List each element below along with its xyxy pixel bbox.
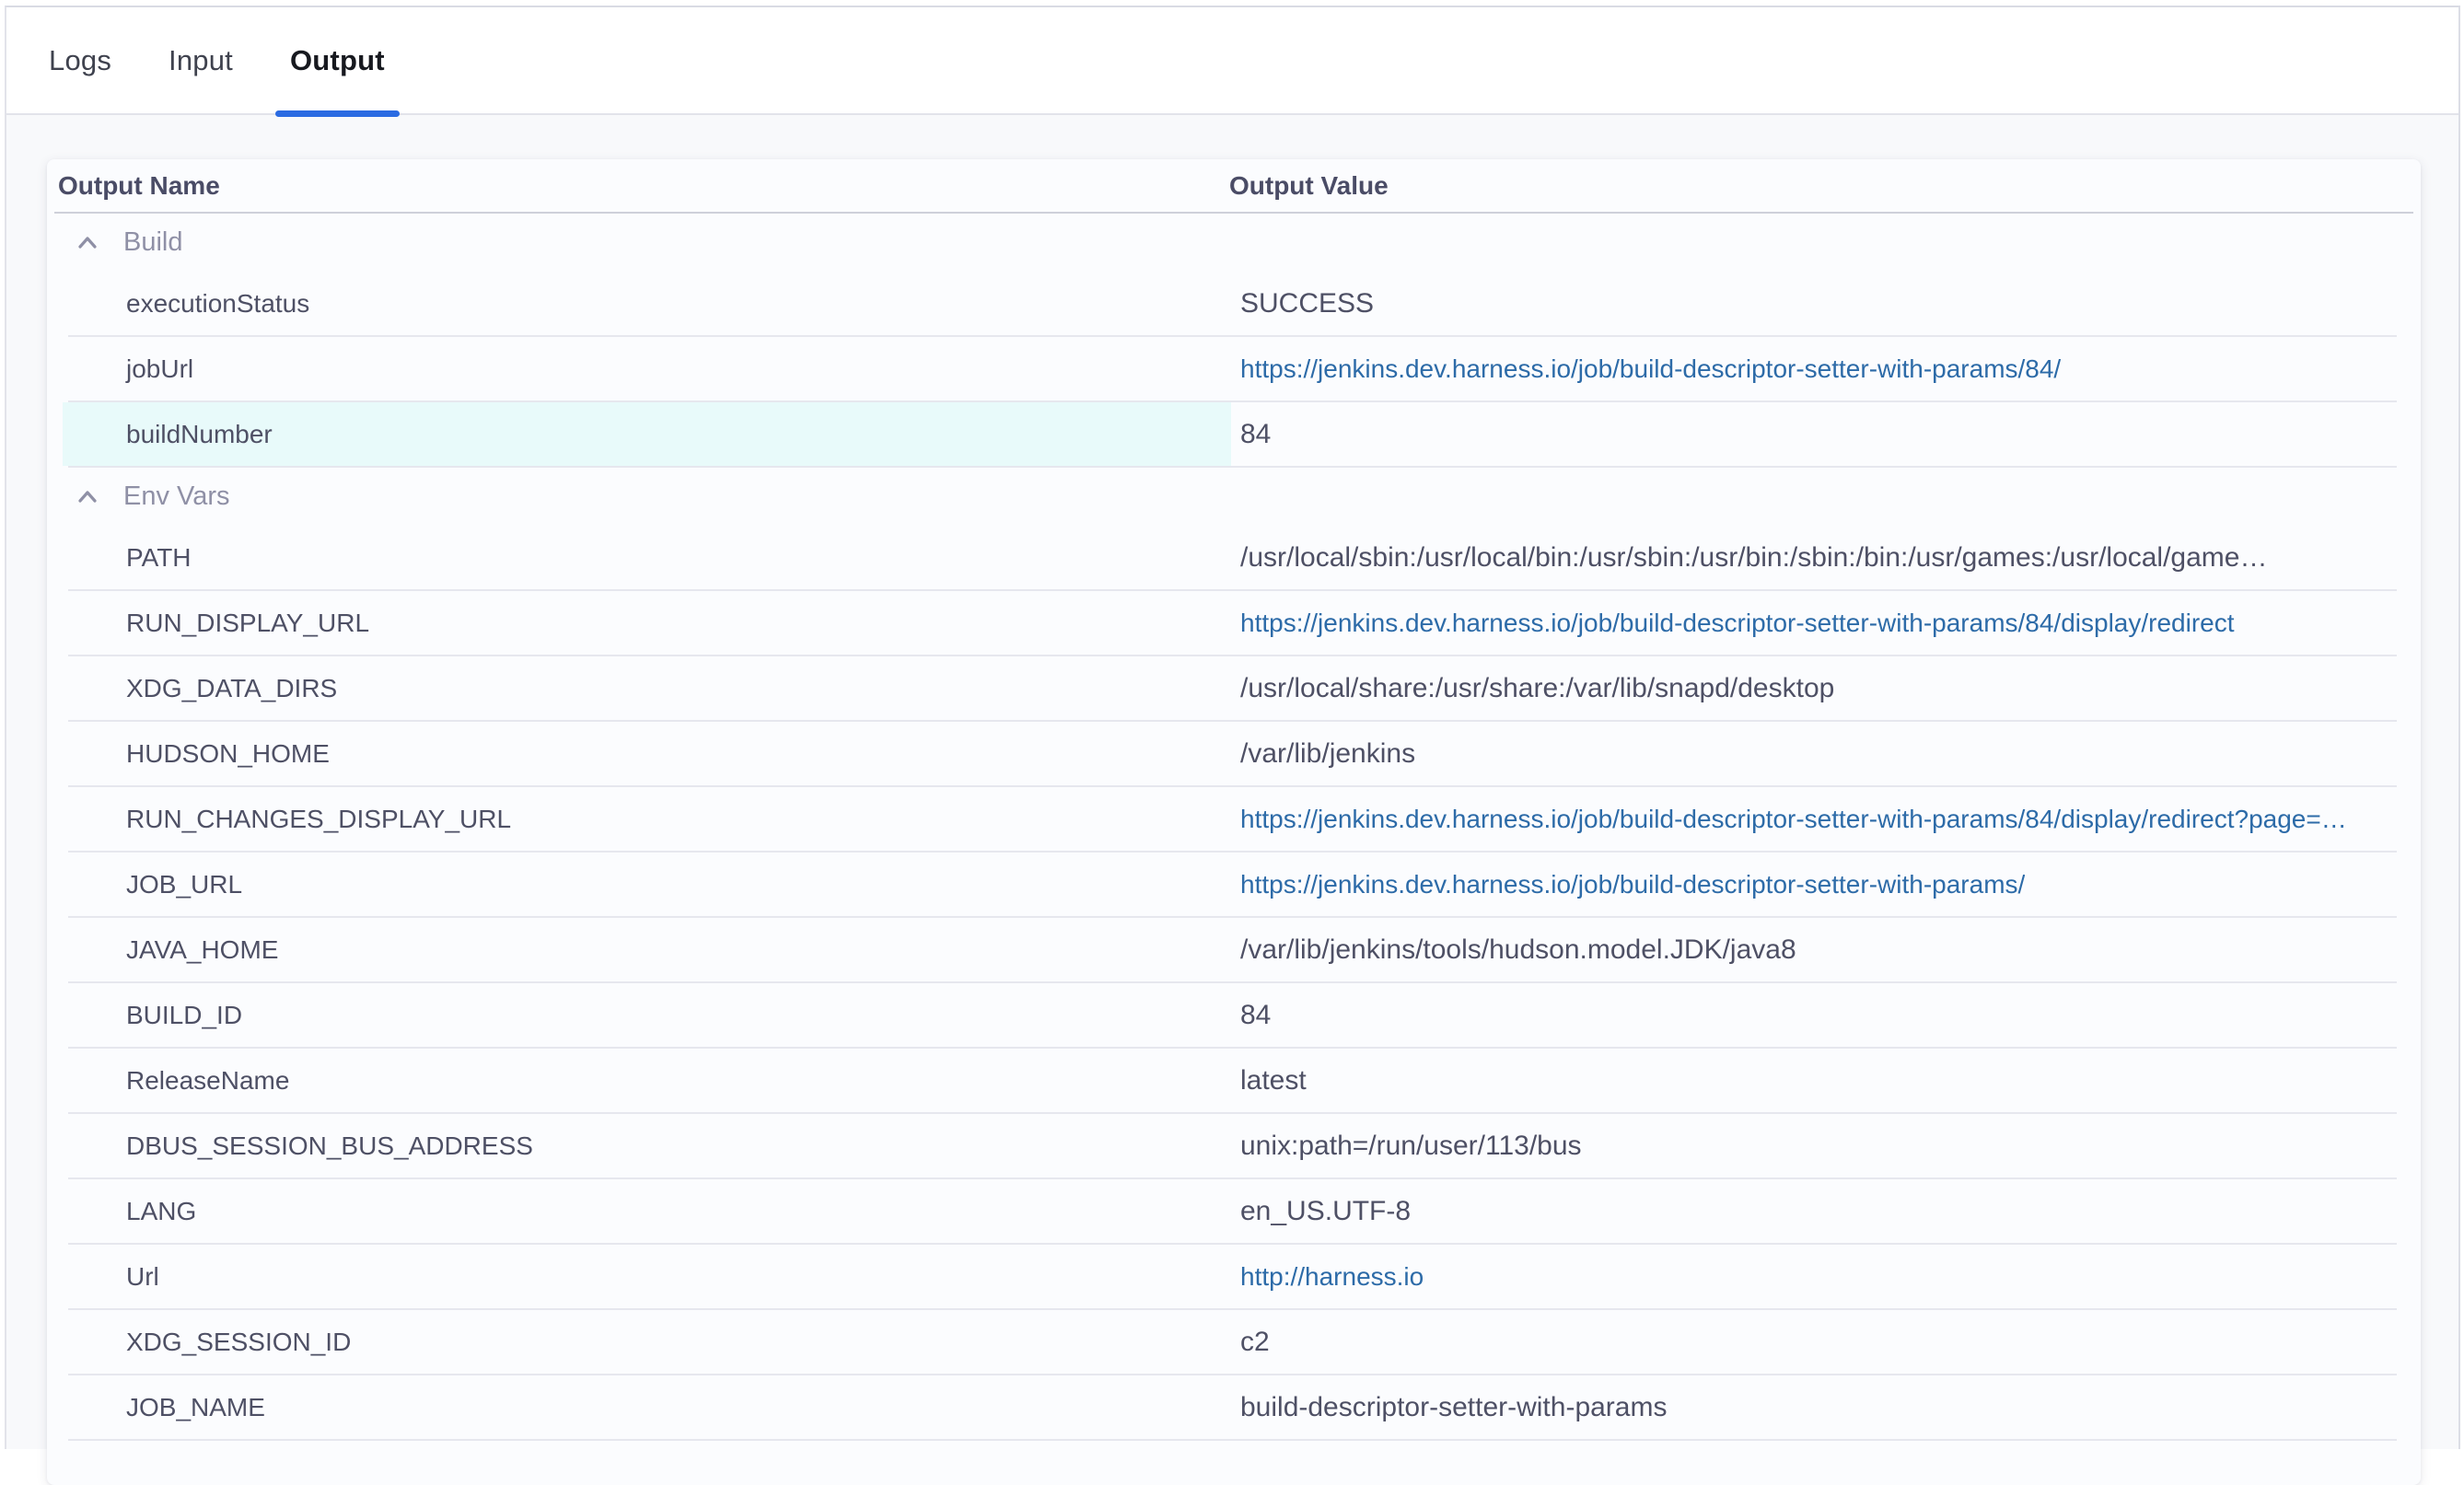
value-text: /var/lib/jenkins/tools/hudson.model.JDK/… — [1240, 934, 1796, 966]
table-row: HUDSON_HOME /var/lib/jenkins — [47, 722, 2421, 785]
output-value-cell: build-descriptor-setter-with-params — [1231, 1375, 2421, 1439]
output-name-cell[interactable]: PATH — [63, 526, 1231, 589]
output-value-cell: http://harness.io — [1231, 1245, 2421, 1308]
table-row: ReleaseName latest — [47, 1049, 2421, 1112]
table-row: PATH /usr/local/sbin:/usr/local/bin:/usr… — [47, 526, 2421, 589]
column-header-output-value: Output Value — [1229, 171, 2421, 201]
value-text: /usr/local/share:/usr/share:/var/lib/sna… — [1240, 673, 1834, 704]
value-text: build-descriptor-setter-with-params — [1240, 1392, 1667, 1423]
value-text: 84 — [1240, 419, 1271, 450]
output-value-cell: https://jenkins.dev.harness.io/job/build… — [1231, 591, 2421, 655]
output-value-cell: 84 — [1231, 402, 2421, 466]
output-name-cell[interactable]: jobUrl — [63, 337, 1231, 400]
group-header-env-vars[interactable]: Env Vars — [47, 468, 2421, 526]
output-name-cell[interactable]: ReleaseName — [63, 1049, 1231, 1112]
table-row: XDG_SESSION_ID c2 — [47, 1310, 2421, 1374]
output-value-cell: 84 — [1231, 983, 2421, 1047]
output-value-cell: SUCCESS — [1231, 272, 2421, 335]
output-name-cell[interactable]: executionStatus — [63, 272, 1231, 335]
table-body: Build executionStatus SUCCESS jobUrl htt… — [47, 214, 2421, 1441]
output-value-cell: /usr/local/sbin:/usr/local/bin:/usr/sbin… — [1231, 526, 2421, 589]
value-text: c2 — [1240, 1327, 1270, 1358]
value-text: latest — [1240, 1065, 1307, 1096]
value-text: SUCCESS — [1240, 288, 1374, 319]
output-name-cell[interactable]: DBUS_SESSION_BUS_ADDRESS — [63, 1114, 1231, 1178]
chevron-up-icon[interactable] — [74, 483, 101, 511]
table-row: DBUS_SESSION_BUS_ADDRESS unix:path=/run/… — [47, 1114, 2421, 1178]
output-value-cell: latest — [1231, 1049, 2421, 1112]
output-name-cell[interactable]: JOB_URL — [63, 853, 1231, 916]
step-details-panel: Logs Input Output Output Name Output Val… — [5, 6, 2460, 1449]
column-header-output-name: Output Name — [47, 171, 1229, 201]
value-text: en_US.UTF-8 — [1240, 1196, 1411, 1227]
output-value-cell: en_US.UTF-8 — [1231, 1179, 2421, 1243]
value-text: 84 — [1240, 1000, 1271, 1031]
table-row: executionStatus SUCCESS — [47, 272, 2421, 335]
output-value-cell: https://jenkins.dev.harness.io/job/build… — [1231, 787, 2421, 851]
value-text: unix:path=/run/user/113/bus — [1240, 1131, 1582, 1162]
output-value-cell: c2 — [1231, 1310, 2421, 1374]
row-divider — [68, 1439, 2397, 1441]
group-label: Build — [123, 227, 183, 258]
output-name-cell[interactable]: XDG_SESSION_ID — [63, 1310, 1231, 1374]
output-value-cell: /usr/local/share:/usr/share:/var/lib/sna… — [1231, 656, 2421, 720]
output-value-cell: https://jenkins.dev.harness.io/job/build… — [1231, 853, 2421, 916]
tab-logs[interactable]: Logs — [49, 7, 111, 113]
tab-output[interactable]: Output — [290, 7, 385, 113]
tab-input[interactable]: Input — [169, 7, 233, 113]
value-text: /var/lib/jenkins — [1240, 738, 1415, 770]
value-link[interactable]: https://jenkins.dev.harness.io/job/build… — [1240, 870, 2025, 899]
output-value-cell: /var/lib/jenkins — [1231, 722, 2421, 785]
output-name-cell[interactable]: JAVA_HOME — [63, 918, 1231, 981]
output-name-cell[interactable]: buildNumber — [63, 402, 1231, 466]
table-row: XDG_DATA_DIRS /usr/local/share:/usr/shar… — [47, 656, 2421, 720]
output-value-cell: unix:path=/run/user/113/bus — [1231, 1114, 2421, 1178]
output-name-cell[interactable]: BUILD_ID — [63, 983, 1231, 1047]
table-row: JOB_URL https://jenkins.dev.harness.io/j… — [47, 853, 2421, 916]
output-table-card: Output Name Output Value Build execution… — [47, 159, 2421, 1485]
chevron-up-icon[interactable] — [74, 229, 101, 257]
output-name-cell[interactable]: RUN_CHANGES_DISPLAY_URL — [63, 787, 1231, 851]
output-name-cell[interactable]: LANG — [63, 1179, 1231, 1243]
output-name-cell[interactable]: XDG_DATA_DIRS — [63, 656, 1231, 720]
table-row: RUN_DISPLAY_URL https://jenkins.dev.harn… — [47, 591, 2421, 655]
group-label: Env Vars — [123, 481, 230, 512]
value-link[interactable]: https://jenkins.dev.harness.io/job/build… — [1240, 805, 2347, 834]
tab-output-label: Output — [290, 44, 385, 77]
value-link[interactable]: https://jenkins.dev.harness.io/job/build… — [1240, 354, 2061, 384]
tabbar: Logs Input Output — [6, 7, 2458, 115]
output-name-cell[interactable]: RUN_DISPLAY_URL — [63, 591, 1231, 655]
table-row: JOB_NAME build-descriptor-setter-with-pa… — [47, 1375, 2421, 1439]
output-name-cell[interactable]: JOB_NAME — [63, 1375, 1231, 1439]
value-link[interactable]: https://jenkins.dev.harness.io/job/build… — [1240, 609, 2235, 638]
table-row: Url http://harness.io — [47, 1245, 2421, 1308]
output-name-cell[interactable]: HUDSON_HOME — [63, 722, 1231, 785]
table-row: JAVA_HOME /var/lib/jenkins/tools/hudson.… — [47, 918, 2421, 981]
output-value-cell: https://jenkins.dev.harness.io/job/build… — [1231, 337, 2421, 400]
output-tab-content: Output Name Output Value Build execution… — [6, 115, 2458, 1485]
table-row: RUN_CHANGES_DISPLAY_URL https://jenkins.… — [47, 787, 2421, 851]
active-tab-underline — [275, 110, 400, 117]
table-header-row: Output Name Output Value — [47, 159, 2421, 212]
table-row: BUILD_ID 84 — [47, 983, 2421, 1047]
output-name-cell[interactable]: Url — [63, 1245, 1231, 1308]
tab-logs-label: Logs — [49, 44, 111, 77]
value-link[interactable]: http://harness.io — [1240, 1262, 1424, 1292]
output-value-cell: /var/lib/jenkins/tools/hudson.model.JDK/… — [1231, 918, 2421, 981]
value-text: /usr/local/sbin:/usr/local/bin:/usr/sbin… — [1240, 542, 2267, 574]
tab-input-label: Input — [169, 44, 233, 77]
table-row: LANG en_US.UTF-8 — [47, 1179, 2421, 1243]
table-row: buildNumber 84 — [47, 402, 2421, 466]
table-row: jobUrl https://jenkins.dev.harness.io/jo… — [47, 337, 2421, 400]
group-header-build[interactable]: Build — [47, 214, 2421, 272]
